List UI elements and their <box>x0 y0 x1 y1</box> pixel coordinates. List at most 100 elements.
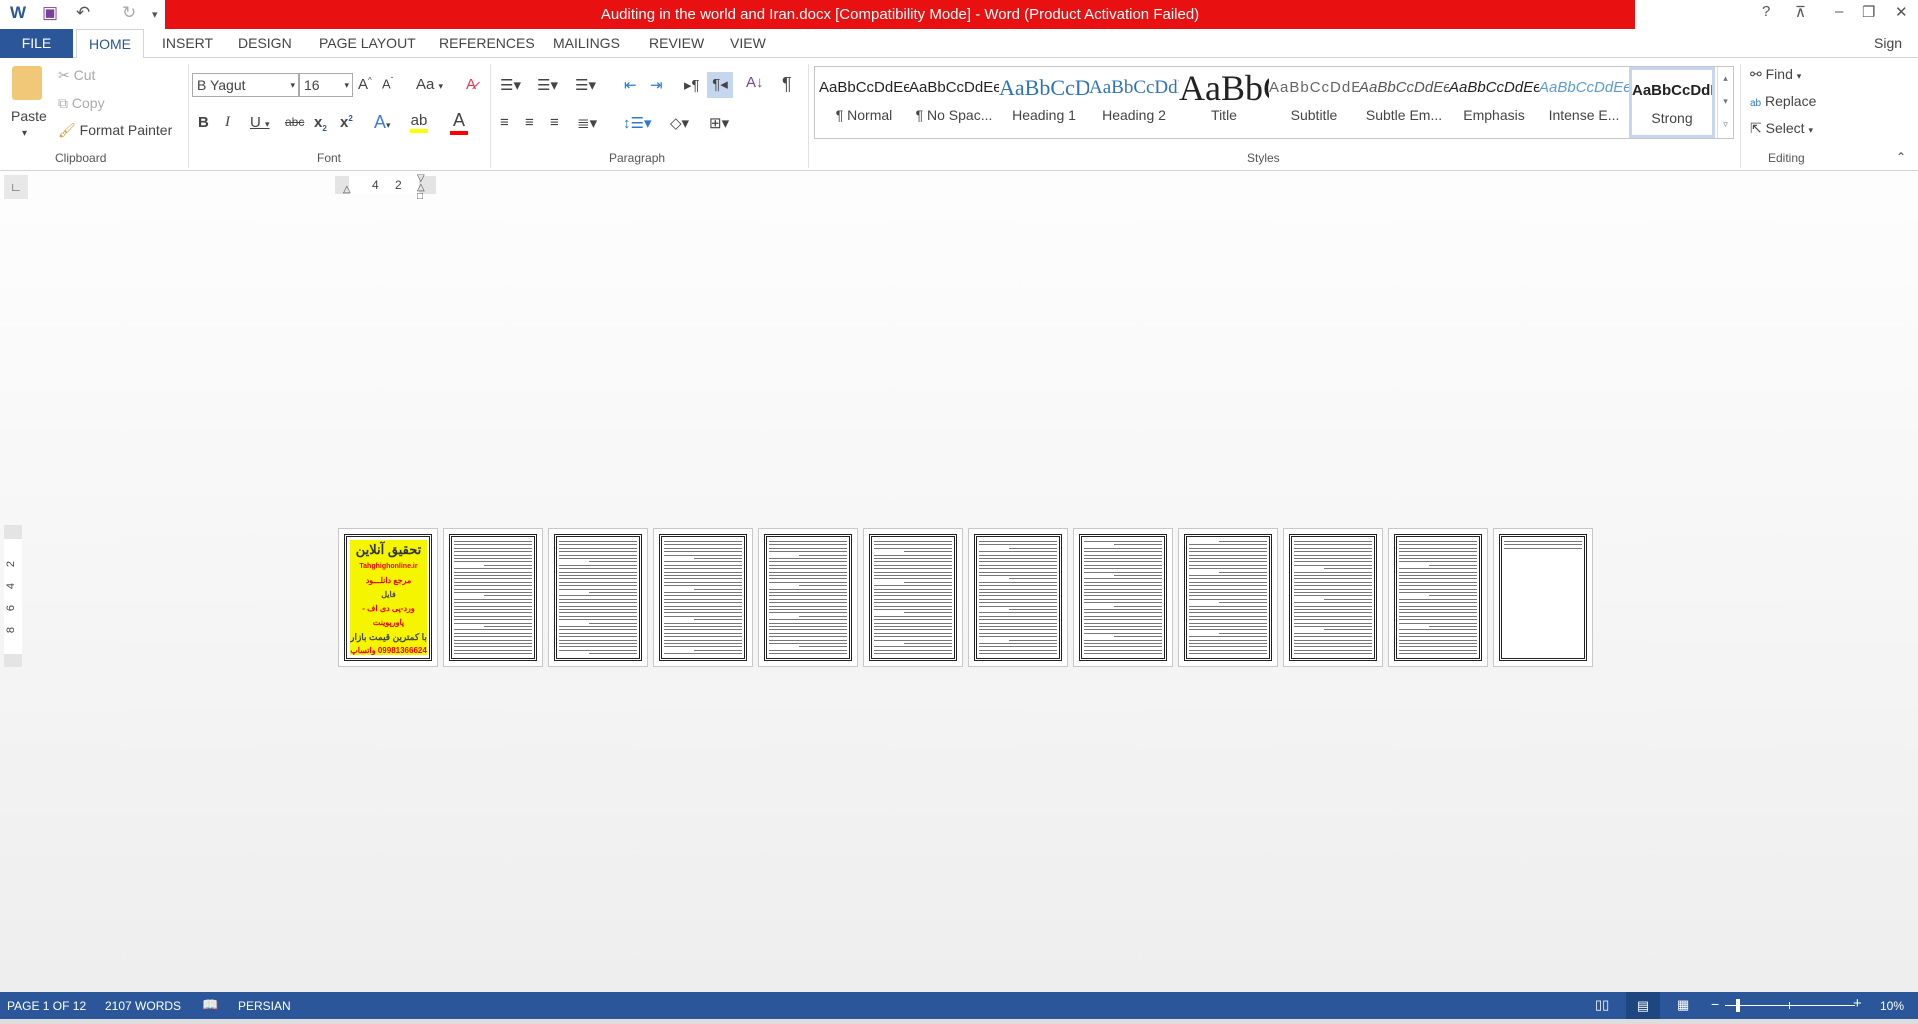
shrink-font-icon[interactable]: Aˇ <box>382 76 393 91</box>
left-to-right-icon[interactable]: ▸¶ <box>684 76 700 94</box>
page-6[interactable] <box>863 528 963 667</box>
italic-icon[interactable]: I <box>225 114 230 131</box>
horizontal-ruler[interactable]: 4 2 △ ▽ △ □ <box>335 174 436 202</box>
grow-font-icon[interactable]: A^ <box>358 76 372 93</box>
style-emphasis[interactable]: AaBbCcDdEe Emphasis <box>1449 67 1539 138</box>
web-layout-icon[interactable]: ▦ <box>1677 997 1689 1013</box>
underline-icon[interactable]: U ▾ <box>250 114 270 131</box>
superscript-icon[interactable]: x2 <box>340 114 353 131</box>
tab-insert[interactable]: INSERT <box>150 29 225 58</box>
tab-home[interactable]: HOME <box>76 29 144 59</box>
page-1[interactable]: تحقیق آنلاین Tahghighonline.ir مرجع دانل… <box>338 528 438 667</box>
find-button[interactable]: ⚯ Find ▾ <box>1750 66 1801 83</box>
page-12[interactable] <box>1493 528 1593 667</box>
cut-button[interactable]: ✂ Cut <box>58 67 95 84</box>
align-left-icon[interactable]: ≡ <box>500 114 509 131</box>
clear-formatting-icon[interactable]: A̷ <box>466 76 476 93</box>
style-normal[interactable]: AaBbCcDdEe ¶ Normal <box>819 67 909 138</box>
redo-icon[interactable]: ↻ <box>122 3 136 23</box>
align-center-icon[interactable]: ≡ <box>525 114 534 131</box>
zoom-level[interactable]: 10% <box>1880 999 1904 1013</box>
increase-indent-icon[interactable]: ⇥ <box>650 76 663 94</box>
style-heading-2[interactable]: AaBbCcDdEe Heading 2 <box>1089 67 1179 138</box>
gallery-scroll[interactable]: ▴ ▾ ▿ <box>1717 67 1733 138</box>
scroll-down-icon[interactable]: ▾ <box>1718 90 1733 113</box>
sort-icon[interactable]: A↓ <box>746 74 764 91</box>
page-11[interactable] <box>1388 528 1488 667</box>
decrease-indent-icon[interactable]: ⇤ <box>624 76 637 94</box>
undo-icon[interactable]: ↶ <box>76 3 90 23</box>
chevron-down-icon[interactable]: ▾ <box>344 74 349 96</box>
scroll-up-icon[interactable]: ▴ <box>1718 67 1733 90</box>
text-effects-icon[interactable]: A▾ <box>374 112 391 133</box>
minimize-icon[interactable]: – <box>1835 3 1843 20</box>
language[interactable]: PERSIAN <box>238 999 291 1013</box>
style-subtle-emphasis[interactable]: AaBbCcDdEe Subtle Em... <box>1359 67 1449 138</box>
line-spacing-icon[interactable]: ↕☰▾ <box>623 114 651 132</box>
style-subtitle[interactable]: AaBbCcDdEe Subtitle <box>1269 67 1359 138</box>
numbering-icon[interactable]: ☰▾ <box>537 76 558 94</box>
page-7[interactable] <box>968 528 1068 667</box>
chevron-down-icon[interactable]: ▾ <box>290 74 295 96</box>
left-indent-marker[interactable]: △ <box>343 184 351 195</box>
ribbon-display-options-icon[interactable]: ⊼ <box>1795 3 1806 21</box>
zoom-slider-thumb[interactable] <box>1735 999 1740 1012</box>
word-icon[interactable]: W <box>10 3 26 23</box>
read-mode-icon[interactable]: ▯▯ <box>1595 997 1609 1013</box>
vertical-ruler[interactable]: 2 4 6 8 <box>4 525 22 667</box>
bold-icon[interactable]: B <box>198 114 209 131</box>
page-5[interactable] <box>758 528 858 667</box>
more-styles-icon[interactable]: ▿ <box>1718 113 1733 136</box>
paste-icon[interactable] <box>12 66 42 100</box>
customize-icon[interactable]: ▾ <box>152 8 158 21</box>
bullets-icon[interactable]: ☰▾ <box>500 76 521 94</box>
strikethrough-icon[interactable]: abc <box>285 115 304 129</box>
highlight-icon[interactable]: ab <box>410 112 428 133</box>
font-name-combobox[interactable]: B Yagut ▾ <box>192 73 299 97</box>
page-count[interactable]: PAGE 1 OF 12 <box>7 999 86 1013</box>
style-no-spacing[interactable]: AaBbCcDdEe ¶ No Spac... <box>909 67 999 138</box>
style-intense-emphasis[interactable]: AaBbCcDdEe Intense E... <box>1539 67 1629 138</box>
sign-in-link[interactable]: Sign in <box>1862 29 1918 80</box>
change-case-button[interactable]: Aa ▾ <box>416 76 443 93</box>
multilevel-list-icon[interactable]: ☰▾ <box>575 76 596 94</box>
font-size-combobox[interactable]: 16 ▾ <box>299 73 353 97</box>
proofing-icon[interactable]: 📖 <box>202 997 218 1013</box>
select-button[interactable]: ⇱ Select ▾ <box>1750 120 1813 137</box>
tab-references[interactable]: REFERENCES <box>427 29 547 58</box>
paste-dropdown-icon[interactable]: ▾ <box>22 128 27 139</box>
help-button[interactable]: ? <box>1762 3 1770 20</box>
word-count[interactable]: 2107 WORDS <box>105 999 181 1013</box>
close-icon[interactable]: ✕ <box>1895 3 1908 21</box>
zoom-in-icon[interactable]: + <box>1853 995 1862 1012</box>
copy-button[interactable]: ⧉ Copy <box>58 95 105 112</box>
zoom-slider[interactable] <box>1725 999 1855 1012</box>
page-2[interactable] <box>443 528 543 667</box>
page-4[interactable] <box>653 528 753 667</box>
tab-page-layout[interactable]: PAGE LAYOUT <box>307 29 428 58</box>
align-right-icon[interactable]: ≡ <box>550 114 559 131</box>
show-formatting-marks-icon[interactable]: ¶ <box>782 74 792 95</box>
replace-button[interactable]: ab Replace <box>1750 93 1816 109</box>
format-painter-button[interactable]: 🖌 Format Painter <box>58 122 172 139</box>
tab-view[interactable]: VIEW <box>718 29 778 58</box>
page-8[interactable] <box>1073 528 1173 667</box>
paste-button[interactable]: Paste <box>11 108 47 124</box>
borders-icon[interactable]: ⊞▾ <box>709 114 729 132</box>
tab-design[interactable]: DESIGN <box>226 29 304 58</box>
font-color-icon[interactable]: A <box>450 110 468 135</box>
tab-review[interactable]: REVIEW <box>637 29 716 58</box>
right-indent-marker[interactable]: ▽ △ □ <box>417 174 425 202</box>
tab-selector[interactable]: ∟ <box>4 175 28 199</box>
collapse-ribbon-icon[interactable]: ⌃ <box>1896 150 1906 164</box>
page-3[interactable] <box>548 528 648 667</box>
zoom-out-icon[interactable]: − <box>1711 996 1719 1012</box>
style-heading-1[interactable]: AaBbCcDdEe Heading 1 <box>999 67 1089 138</box>
subscript-icon[interactable]: x2 <box>314 114 327 133</box>
page-9[interactable] <box>1178 528 1278 667</box>
shading-icon[interactable]: ◇▾ <box>670 114 689 132</box>
restore-icon[interactable]: ❐ <box>1862 3 1875 21</box>
page-10[interactable] <box>1283 528 1383 667</box>
justify-icon[interactable]: ≣▾ <box>577 114 597 132</box>
print-layout-icon[interactable]: ▤ <box>1626 992 1660 1019</box>
